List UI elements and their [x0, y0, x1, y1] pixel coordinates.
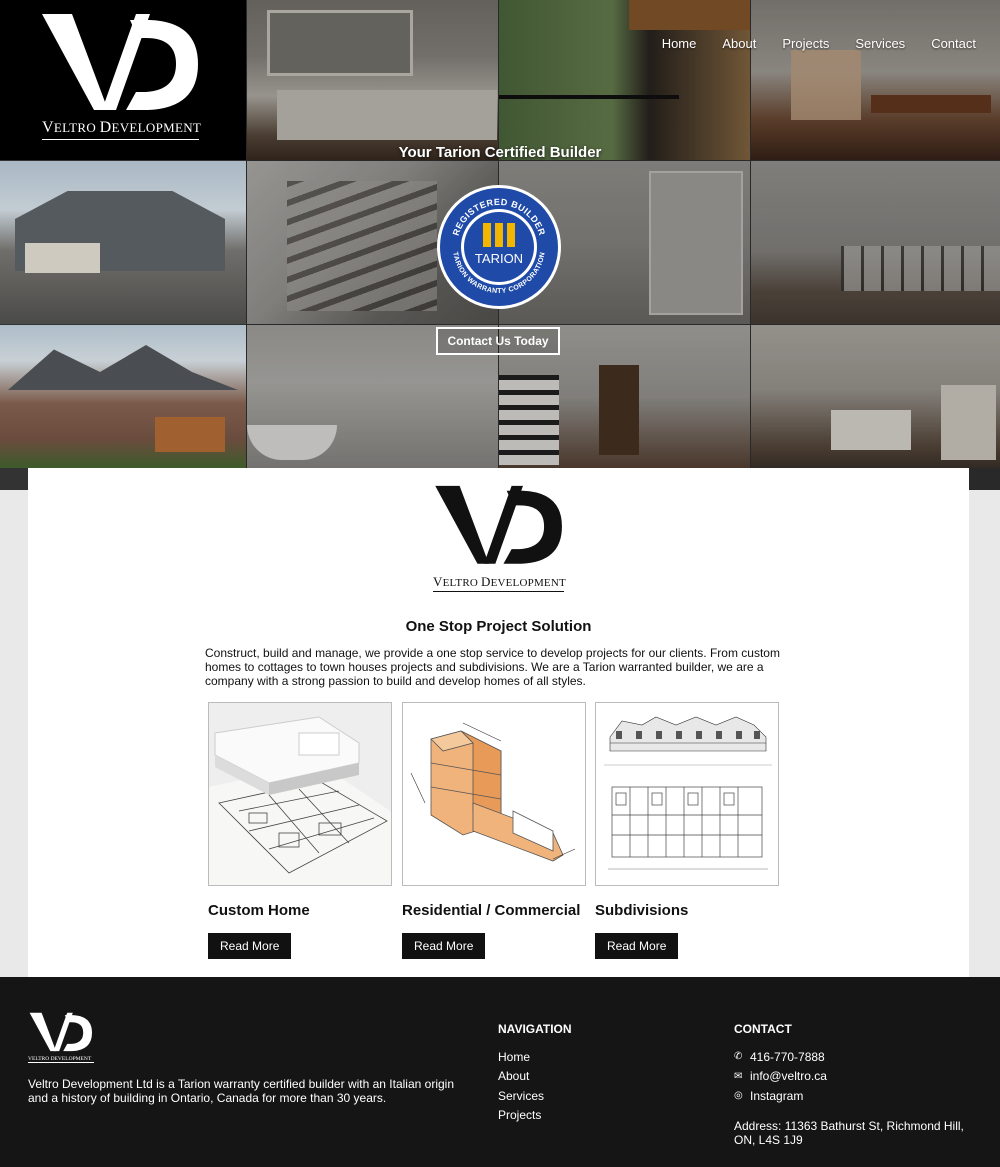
read-more-button[interactable]: Read More	[208, 933, 292, 959]
house-exterior-photo	[0, 161, 246, 324]
footer-nav-about[interactable]: About	[498, 1067, 544, 1087]
services-section: VELTRO DEVELOPMENT One Stop Project Solu…	[28, 468, 969, 977]
footer-contact-title: CONTACT	[734, 1022, 792, 1036]
intro-text: Construct, build and manage, we provide …	[205, 646, 780, 688]
card-custom-home: Custom Home Read More	[208, 702, 392, 959]
read-more-button[interactable]: Read More	[402, 933, 486, 959]
footer-nav-projects[interactable]: Projects	[498, 1106, 544, 1126]
tarion-badge: REGISTERED BUILDER TARION WARRANTY CORPO…	[437, 185, 561, 309]
instagram-icon: ◎	[734, 1090, 743, 1102]
footer: VELTRO DEVELOPMENT Veltro Development Lt…	[0, 977, 1000, 1167]
footer-address: Address: 11363 Bathurst St, Richmond Hil…	[734, 1119, 964, 1147]
main-logo-wordmark: VELTRO DEVELOPMENT	[433, 574, 566, 592]
nav-contact[interactable]: Contact	[931, 36, 976, 51]
phone-icon: ✆	[734, 1051, 743, 1063]
nav-projects[interactable]: Projects	[782, 36, 829, 51]
custom-home-image[interactable]	[208, 702, 392, 886]
card-residential-commercial: Residential / Commercial Read More	[402, 702, 586, 959]
logo-mark	[42, 14, 198, 110]
footer-instagram[interactable]: ◎ Instagram	[734, 1086, 827, 1106]
card-title: Subdivisions	[595, 902, 689, 919]
badge-center-text: TARION	[475, 251, 523, 266]
hero-mosaic: VELTRO DEVELOPMENT Home About Projects S…	[0, 0, 1000, 490]
hero-tagline: Your Tarion Certified Builder	[398, 144, 602, 161]
mail-icon: ✉	[734, 1070, 743, 1082]
nav-about[interactable]: About	[722, 36, 756, 51]
footer-email[interactable]: ✉ info@veltro.ca	[734, 1067, 827, 1087]
section-title: One Stop Project Solution	[405, 618, 592, 635]
card-subdivisions: Subdivisions Read More	[595, 702, 779, 959]
footer-nav-services[interactable]: Services	[498, 1086, 544, 1106]
main-logo-mark	[435, 485, 562, 564]
logo-wordmark: VELTRO DEVELOPMENT	[42, 119, 201, 140]
footer-about-text: Veltro Development Ltd is a Tarion warra…	[28, 1077, 454, 1105]
house-front-photo	[0, 325, 246, 468]
subdivisions-image[interactable]	[595, 702, 779, 886]
logo-tile[interactable]: VELTRO DEVELOPMENT	[0, 0, 246, 160]
contact-us-button[interactable]: Contact Us Today	[436, 327, 560, 355]
footer-logo-wordmark: VELTRO DEVELOPMENT	[28, 1056, 94, 1063]
nav-home[interactable]: Home	[662, 36, 697, 51]
footer-navigation: Home About Services Projects	[498, 1047, 544, 1125]
read-more-button[interactable]: Read More	[595, 933, 679, 959]
card-title: Custom Home	[208, 902, 310, 919]
hero-overlay	[246, 0, 1000, 490]
footer-contact: ✆ 416-770-7888 ✉ info@veltro.ca ◎ Instagram	[734, 1047, 827, 1106]
footer-nav-home[interactable]: Home	[498, 1047, 544, 1067]
footer-logo-mark[interactable]	[28, 1009, 94, 1054]
footer-navigation-title: NAVIGATION	[498, 1022, 572, 1036]
nav-services[interactable]: Services	[855, 36, 905, 51]
main-nav: Home About Projects Services Contact	[636, 36, 976, 51]
footer-phone[interactable]: ✆ 416-770-7888	[734, 1047, 827, 1067]
residential-commercial-image[interactable]	[402, 702, 586, 886]
card-title: Residential / Commercial	[402, 902, 581, 919]
